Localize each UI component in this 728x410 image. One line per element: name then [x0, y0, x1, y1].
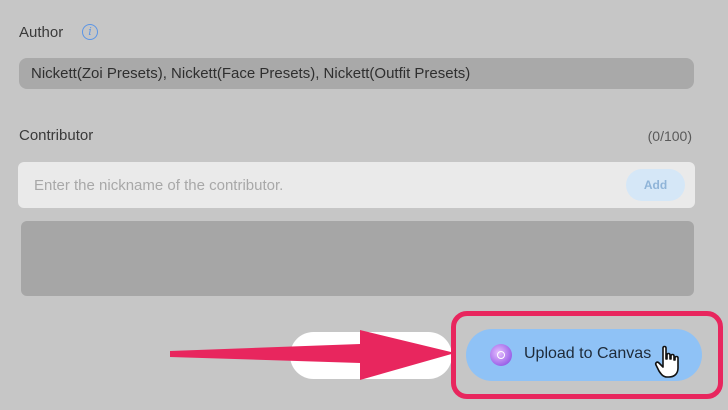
hand-cursor-icon	[654, 345, 679, 378]
contributor-input-group: Add	[18, 162, 695, 208]
add-contributor-button[interactable]: Add	[626, 169, 685, 201]
author-field: Nickett(Zoi Presets), Nickett(Face Prese…	[19, 58, 694, 89]
annotation-arrow	[170, 330, 455, 380]
contributor-label: Contributor	[19, 127, 94, 144]
contributor-count: (0/100)	[647, 128, 692, 144]
author-label: Author	[19, 24, 64, 41]
canvas-icon	[490, 344, 512, 366]
contributor-nickname-input[interactable]	[18, 162, 618, 208]
info-icon[interactable]: i	[82, 24, 98, 40]
contributor-list	[21, 221, 694, 296]
upload-button-label: Upload to Canvas	[524, 345, 652, 362]
